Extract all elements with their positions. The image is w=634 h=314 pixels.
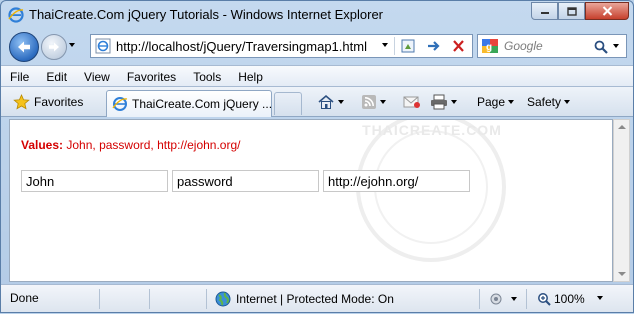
protected-mode-icon	[490, 293, 502, 305]
status-text: Done	[10, 291, 39, 305]
close-icon	[602, 6, 612, 16]
maximize-button[interactable]	[558, 2, 585, 20]
menu-favorites[interactable]: Favorites	[118, 66, 184, 87]
feeds-dropdown-icon[interactable]	[380, 100, 386, 104]
search-icon[interactable]	[593, 39, 609, 55]
safety-dropdown-icon	[564, 100, 571, 104]
go-arrow-icon[interactable]	[425, 38, 443, 54]
safety-menu-button[interactable]: Safety	[527, 93, 571, 111]
url-text[interactable]: http://localhost/jQuery/Traversingmap1.h…	[116, 39, 367, 54]
status-bar: Done Internet | Protected Mode: On 100%	[1, 284, 633, 312]
print-button[interactable]	[430, 93, 457, 111]
maximize-icon	[566, 6, 577, 16]
security-zone[interactable]: Internet | Protected Mode: On	[215, 290, 394, 308]
page-dropdown-icon	[508, 100, 515, 104]
search-options-dropdown-icon[interactable]	[613, 44, 619, 48]
zoom-control[interactable]: 100%	[537, 290, 585, 308]
favorites-command-bar: Favorites ThaiCreate.Com jQuery ... Page…	[1, 87, 633, 117]
menu-view[interactable]: View	[75, 66, 118, 87]
zoom-icon	[538, 293, 551, 306]
address-dropdown-icon[interactable]	[382, 43, 388, 47]
values-label: Values:	[21, 138, 64, 152]
navigation-bar: http://localhost/jQuery/Traversingmap1.h…	[1, 29, 633, 65]
back-button[interactable]	[9, 32, 39, 62]
ie-logo-icon	[8, 7, 24, 23]
ie-window: ThaiCreate.Com jQuery Tutorials - Window…	[0, 0, 634, 313]
compatibility-view-icon[interactable]	[400, 38, 418, 54]
feeds-button[interactable]	[361, 93, 386, 111]
favorites-star-icon	[13, 94, 30, 110]
add-ons-status[interactable]	[489, 290, 517, 308]
search-placeholder[interactable]: Google	[504, 39, 543, 53]
read-mail-button[interactable]	[403, 93, 421, 111]
tab-active[interactable]: ThaiCreate.Com jQuery ...	[106, 90, 272, 117]
globe-icon	[215, 291, 231, 307]
values-output: Values: John, password, http://ejohn.org…	[21, 138, 240, 152]
title-bar[interactable]: ThaiCreate.Com jQuery Tutorials - Window…	[1, 1, 633, 29]
menu-tools[interactable]: Tools	[184, 66, 229, 87]
page-content: THAICREATE.COM Values: John, password, h…	[9, 119, 613, 282]
window-title: ThaiCreate.Com jQuery Tutorials - Window…	[29, 7, 384, 22]
status-divider	[479, 289, 480, 309]
zoom-dropdown-icon[interactable]	[597, 296, 603, 314]
zone-text: Internet | Protected Mode: On	[236, 292, 394, 306]
vertical-scrollbar[interactable]	[613, 119, 630, 282]
menu-bar: File Edit View Favorites Tools Help	[1, 65, 633, 87]
home-button[interactable]	[317, 93, 344, 111]
watermark-text: THAICREATE.COM	[362, 122, 502, 138]
menu-file[interactable]: File	[1, 66, 37, 87]
safety-menu-label: Safety	[527, 95, 562, 109]
forward-arrow-icon	[49, 42, 59, 52]
status-divider	[149, 289, 150, 309]
new-tab-button[interactable]	[274, 92, 302, 115]
home-icon	[318, 94, 334, 109]
add-ons-dropdown-icon	[511, 297, 517, 301]
print-dropdown-icon[interactable]	[451, 100, 457, 104]
recent-pages-dropdown-icon[interactable]	[69, 43, 75, 47]
forward-button[interactable]	[41, 34, 67, 60]
favorites-label: Favorites	[34, 95, 84, 109]
tab-label: ThaiCreate.Com jQuery ...	[132, 97, 273, 111]
tab-page-icon	[112, 97, 128, 111]
window-controls	[531, 2, 629, 20]
printer-icon	[431, 94, 447, 110]
close-button[interactable]	[585, 2, 629, 20]
values-text: John, password, http://ejohn.org/	[66, 138, 241, 152]
page-menu-label: Page	[477, 95, 506, 109]
page-favicon-icon	[95, 38, 111, 54]
menu-edit[interactable]: Edit	[37, 66, 75, 87]
stop-icon[interactable]	[450, 38, 468, 54]
back-arrow-icon	[18, 41, 30, 53]
minimize-button[interactable]	[531, 2, 558, 20]
scroll-down-icon[interactable]	[618, 272, 626, 276]
minimize-icon	[540, 12, 549, 14]
address-bar[interactable]: http://localhost/jQuery/Traversingmap1.h…	[90, 34, 473, 58]
password-input[interactable]	[172, 170, 319, 192]
scroll-up-icon[interactable]	[618, 125, 626, 129]
status-divider	[99, 289, 100, 309]
address-divider	[394, 37, 395, 55]
home-dropdown-icon[interactable]	[338, 100, 344, 104]
zoom-level: 100%	[554, 292, 585, 306]
status-divider	[206, 289, 207, 309]
rss-feed-icon	[362, 95, 376, 109]
url-input[interactable]	[323, 170, 470, 192]
google-logo-icon: g	[482, 39, 498, 53]
menu-help[interactable]: Help	[229, 66, 271, 87]
status-divider	[526, 289, 527, 309]
mail-icon	[403, 96, 420, 108]
favorites-button[interactable]: Favorites	[13, 93, 83, 111]
search-box[interactable]: g Google	[477, 34, 627, 58]
svg-text:g: g	[486, 42, 492, 53]
page-menu-button[interactable]: Page	[477, 93, 515, 111]
name-input[interactable]	[21, 170, 168, 192]
